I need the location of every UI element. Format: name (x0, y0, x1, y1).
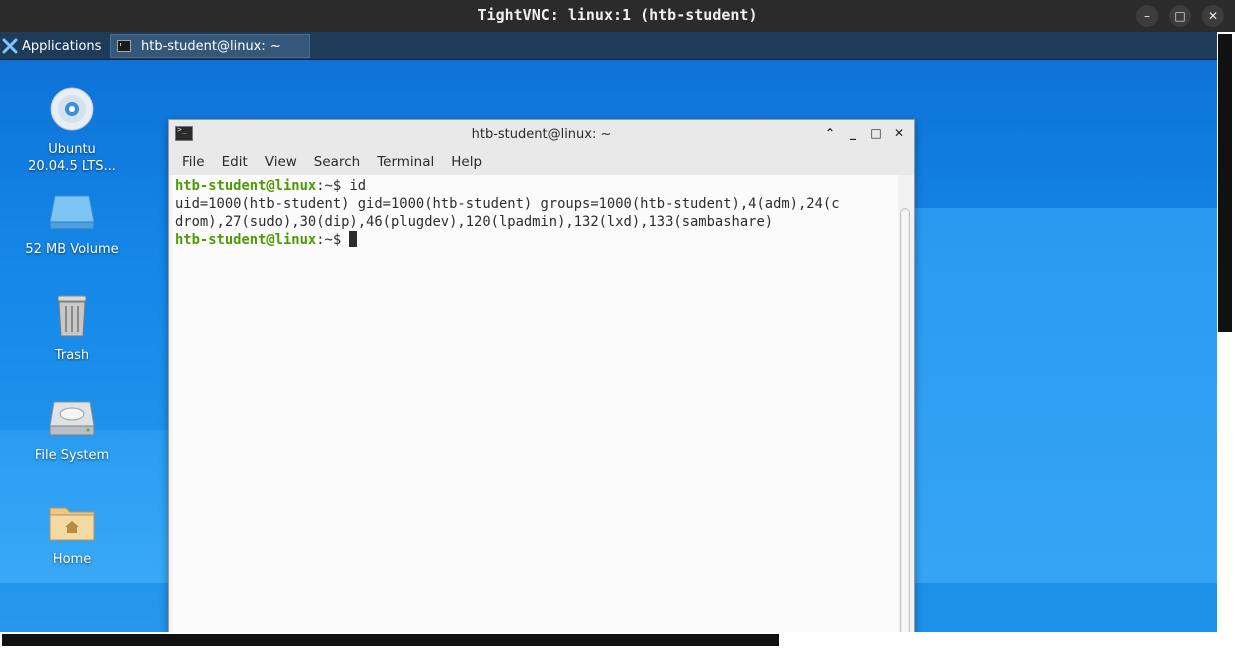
xfce-logo-icon (2, 38, 18, 54)
remote-desktop[interactable]: Applications htb-student@linux: ~ Ubuntu… (0, 32, 1217, 632)
prompt-user: htb-student@linux (175, 178, 317, 194)
desktop-icon-label: Home (52, 552, 92, 567)
menu-view[interactable]: View (265, 154, 297, 170)
desktop-icon-volume[interactable]: 52 MB Volume (22, 192, 122, 258)
maximize-button[interactable]: □ (1169, 5, 1191, 27)
vnc-horizontal-scrollbar[interactable] (0, 632, 1217, 649)
desktop-icon-trash[interactable]: Trash (22, 294, 122, 364)
menu-help[interactable]: Help (451, 154, 482, 170)
applications-menu-button[interactable]: Applications (2, 35, 101, 57)
menu-file[interactable]: File (182, 154, 205, 170)
desktop-icon-label: Trash (54, 348, 90, 363)
home-folder-icon (49, 507, 95, 541)
taskbar-item-label: htb-student@linux: ~ (141, 38, 281, 54)
prompt-suffix: :~$ (316, 232, 350, 248)
drive-icon (49, 195, 95, 230)
vnc-window-title: TightVNC: linux:1 (htb-student) (477, 6, 758, 24)
desktop-icon-label: File System (34, 448, 110, 463)
menu-terminal[interactable]: Terminal (377, 154, 434, 170)
vnc-titlebar: TightVNC: linux:1 (htb-student) – □ ✕ (0, 0, 1235, 32)
trash-icon (57, 295, 87, 337)
terminal-window[interactable]: htb-student@linux: ~ ⌃ _ □ ✕ File Edit V… (168, 119, 915, 632)
vnc-horizontal-scrollbar-thumb[interactable] (2, 634, 779, 646)
taskbar-item-terminal[interactable]: htb-student@linux: ~ (110, 34, 310, 58)
vnc-vertical-scrollbar[interactable] (1217, 32, 1235, 649)
terminal-minimize-button[interactable]: _ (845, 125, 861, 141)
terminal-scrollbar-thumb[interactable] (902, 211, 908, 632)
desktop-icon-label: 52 MB Volume (25, 242, 119, 257)
terminal-scrollbar[interactable] (900, 208, 910, 632)
wallpaper-shape (915, 208, 1217, 583)
terminal-line: uid=1000(htb-student) gid=1000(htb-stude… (175, 196, 840, 212)
terminal-line: htb-student@linux:~$ id (175, 177, 895, 195)
desktop-icon-label: Ubuntu 20.04.5 LTS... (28, 142, 116, 174)
terminal-line: htb-student@linux:~$ (175, 231, 895, 249)
terminal-output[interactable]: htb-student@linux:~$ id uid=1000(htb-stud… (172, 175, 898, 632)
terminal-menubar: File Edit View Search Terminal Help (169, 148, 914, 175)
applications-label: Applications (22, 38, 102, 54)
prompt-user: htb-student@linux (175, 232, 317, 248)
top-panel: Applications htb-student@linux: ~ (0, 32, 1217, 60)
menu-edit[interactable]: Edit (222, 154, 248, 170)
terminal-maximize-button[interactable]: □ (868, 125, 884, 141)
text-cursor (349, 231, 358, 247)
minimize-button[interactable]: – (1136, 5, 1158, 27)
harddisk-icon (49, 401, 95, 436)
terminal-icon (117, 40, 131, 52)
disc-icon (50, 87, 94, 131)
desktop-icon-filesystem[interactable]: File System (22, 400, 122, 464)
prompt-suffix: :~$ (316, 178, 350, 194)
terminal-close-button[interactable]: ✕ (891, 125, 907, 141)
terminal-line: drom),27(sudo),30(dip),46(plugdev),120(l… (175, 214, 774, 230)
close-button[interactable]: ✕ (1202, 5, 1224, 27)
command-text: id (349, 178, 367, 194)
terminal-title: htb-student@linux: ~ (471, 127, 612, 142)
shade-button[interactable]: ⌃ (822, 125, 838, 141)
menu-search[interactable]: Search (314, 154, 360, 170)
desktop-icon-ubuntu-disc[interactable]: Ubuntu 20.04.5 LTS... (22, 86, 122, 175)
terminal-titlebar[interactable]: htb-student@linux: ~ ⌃ _ □ ✕ (169, 120, 914, 148)
desktop-icon-home[interactable]: Home (22, 502, 122, 568)
vnc-vertical-scrollbar-thumb[interactable] (1218, 34, 1232, 332)
